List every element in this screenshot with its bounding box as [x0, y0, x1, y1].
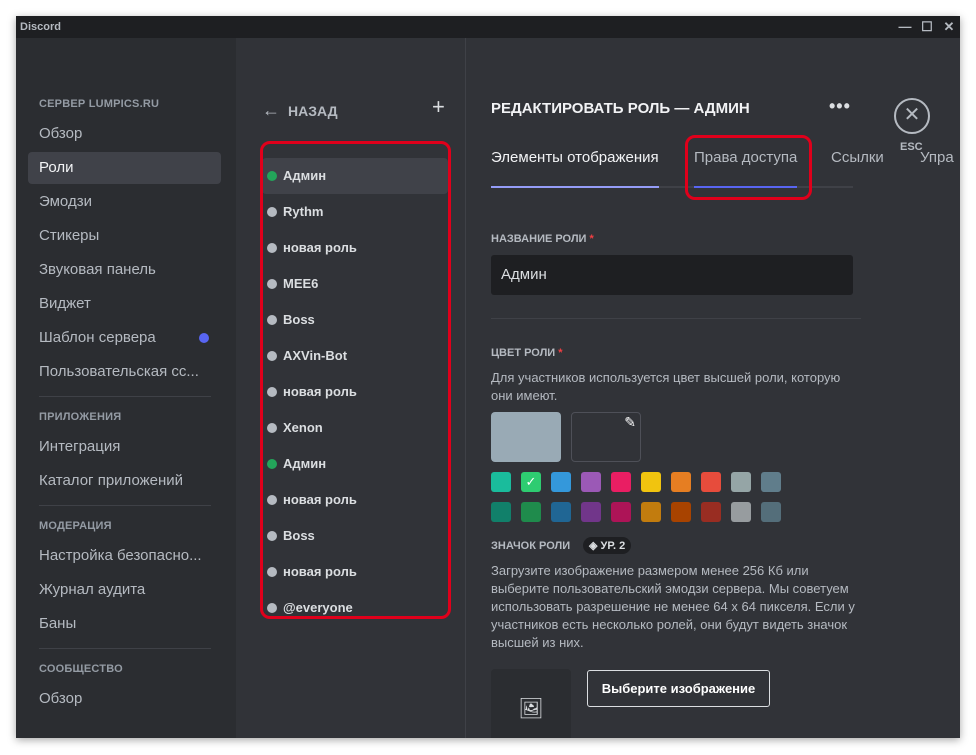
color-swatch[interactable] — [641, 502, 661, 522]
window-close-button[interactable]: ✕ — [938, 16, 960, 38]
sidebar-item[interactable]: Интеграция — [28, 431, 221, 463]
sidebar-item[interactable]: Баны — [28, 608, 221, 640]
sidebar-item[interactable]: Каталог приложений — [28, 465, 221, 497]
choose-image-button[interactable]: Выберите изображение — [587, 670, 770, 707]
sidebar-item[interactable]: Виджет — [28, 288, 221, 320]
new-badge-dot — [199, 333, 209, 343]
role-icon-label: ЗНАЧОК РОЛИ — [491, 540, 571, 552]
page-title: РЕДАКТИРОВАТЬ РОЛЬ — АДМИН — [491, 100, 750, 117]
sidebar-section-title: МОДЕРАЦИЯ — [39, 520, 112, 532]
sidebar-item[interactable]: Стикеры — [28, 220, 221, 252]
color-swatch[interactable] — [641, 472, 661, 492]
sidebar-item[interactable]: Обзор — [28, 118, 221, 150]
role-color-description: Для участников используется цвет высшей … — [491, 370, 841, 403]
discord-window: Discord — ☐ ✕ СЕРВЕР LUMPICS.RU Обзор Роли… — [16, 16, 960, 738]
color-swatch[interactable] — [611, 502, 631, 522]
app-title: Discord — [20, 21, 61, 33]
custom-color-picker[interactable]: ✎ — [571, 412, 641, 462]
color-swatch[interactable] — [671, 502, 691, 522]
more-options-icon[interactable]: ••• — [829, 96, 851, 117]
sidebar-item[interactable]: Эмодзи — [28, 186, 221, 218]
color-swatch[interactable] — [611, 472, 631, 492]
role-name-input[interactable]: Админ — [491, 255, 853, 295]
sidebar-item[interactable]: Пользовательская сс... — [28, 356, 221, 388]
color-swatch[interactable] — [521, 502, 541, 522]
default-color-swatch[interactable] — [491, 412, 561, 462]
sidebar-item[interactable]: Звуковая панель — [28, 254, 221, 286]
color-swatch[interactable] — [701, 502, 721, 522]
color-swatch[interactable] — [581, 472, 601, 492]
sidebar-section-title: СООБЩЕСТВО — [39, 663, 123, 675]
color-swatch[interactable] — [761, 502, 781, 522]
color-swatch[interactable] — [731, 502, 751, 522]
highlight-role-list — [260, 141, 451, 619]
boost-icon: ◈ — [589, 540, 598, 552]
divider — [491, 318, 861, 319]
color-swatch[interactable] — [761, 472, 781, 492]
sidebar-divider — [39, 505, 211, 506]
color-swatch[interactable] — [701, 472, 721, 492]
back-button[interactable]: ← НАЗАД — [262, 100, 338, 121]
sidebar-item[interactable]: Журнал аудита — [28, 574, 221, 606]
sidebar-item[interactable]: Настройка безопасно... — [28, 540, 221, 572]
color-swatch[interactable] — [671, 472, 691, 492]
level-badge: ◈ УР. 2 — [583, 537, 632, 554]
arrow-left-icon: ← — [262, 100, 280, 120]
tab-display[interactable]: Элементы отображения — [491, 148, 659, 188]
sidebar-section-title: ПРИЛОЖЕНИЯ — [39, 411, 122, 423]
sidebar-item[interactable]: Шаблон сервера — [28, 322, 221, 354]
minimize-button[interactable]: — — [894, 16, 916, 38]
sidebar-divider — [39, 648, 211, 649]
highlight-permissions-tab — [685, 135, 812, 200]
add-role-button[interactable]: + — [432, 94, 445, 120]
back-label: НАЗАД — [288, 103, 338, 119]
eyedropper-icon: ✎ — [624, 414, 636, 430]
sidebar-item[interactable]: Обзор — [28, 683, 221, 715]
color-swatch[interactable] — [731, 472, 751, 492]
settings-sidebar: СЕРВЕР LUMPICS.RU Обзор Роли Эмодзи Стикеры З… — [16, 38, 236, 738]
title-bar: Discord — ☐ ✕ — [16, 16, 960, 38]
color-swatch[interactable] — [551, 502, 571, 522]
close-icon[interactable]: ✕ — [894, 98, 930, 134]
color-swatch[interactable]: ✓ — [521, 472, 541, 492]
role-color-label: ЦВЕТ РОЛИ * — [491, 347, 563, 359]
sidebar-section-title: СЕРВЕР LUMPICS.RU — [39, 98, 160, 110]
maximize-button[interactable]: ☐ — [916, 16, 938, 38]
color-swatch[interactable] — [581, 502, 601, 522]
color-swatch[interactable] — [551, 472, 571, 492]
color-swatch[interactable] — [491, 502, 511, 522]
role-editor: РЕДАКТИРОВАТЬ РОЛЬ — АДМИН ••• ✕ ESC Эле… — [467, 38, 960, 738]
role-name-label: НАЗВАНИЕ РОЛИ * — [491, 233, 594, 245]
image-upload-icon[interactable]: 🖼 — [491, 669, 571, 738]
tab-manage[interactable]: Упра — [920, 148, 954, 186]
tab-links[interactable]: Ссылки — [831, 148, 884, 186]
sidebar-item[interactable]: Роли — [28, 152, 221, 184]
sidebar-divider — [39, 396, 211, 397]
color-swatch[interactable] — [491, 472, 511, 492]
role-icon-description: Загрузите изображение размером менее 256… — [491, 563, 855, 650]
